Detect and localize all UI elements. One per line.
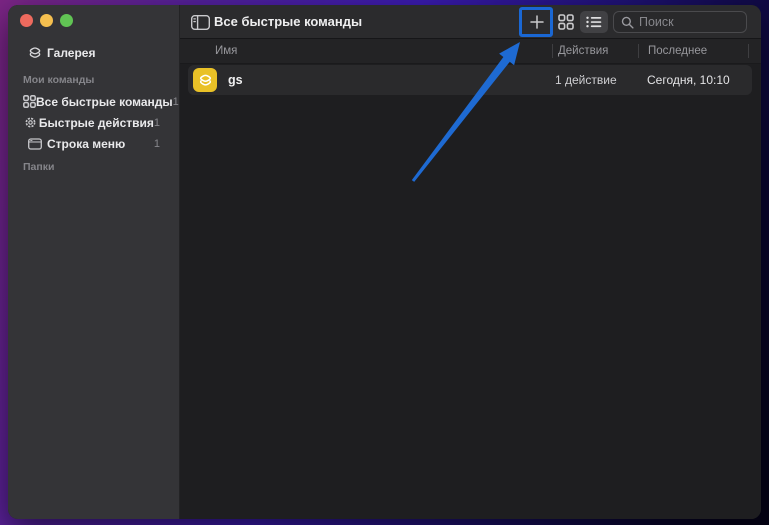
- column-divider[interactable]: [552, 44, 553, 58]
- sidebar-item-count: 1: [154, 138, 160, 150]
- gallery-layers-icon: [23, 45, 47, 61]
- sidebar-item-label: Строка меню: [47, 137, 154, 151]
- list-view-button[interactable]: [580, 11, 608, 33]
- search-icon: [621, 16, 634, 29]
- sidebar-item-quick-actions[interactable]: Быстрые действия 1: [8, 112, 180, 133]
- column-header-actions[interactable]: Действия: [558, 39, 608, 63]
- sidebar-item-label: Все быстрые команды: [36, 95, 173, 109]
- table-header: Имя Действия Последнее: [180, 39, 761, 64]
- shortcut-actions-count: 1 действие: [555, 65, 617, 95]
- table-row[interactable]: gs 1 действие Сегодня, 10:10: [188, 65, 752, 95]
- add-shortcut-button[interactable]: [523, 9, 551, 35]
- shortcut-yellow-icon: [193, 68, 217, 92]
- window-controls: [20, 14, 73, 27]
- sidebar-section-folders: Папки: [23, 161, 54, 173]
- grid-icon: [23, 95, 36, 108]
- zoom-window-button[interactable]: [60, 14, 73, 27]
- page-title: Все быстрые команды: [214, 5, 362, 38]
- search-input[interactable]: [639, 15, 739, 29]
- menubar-icon: [23, 138, 47, 150]
- grid-view-button[interactable]: [554, 11, 578, 33]
- sidebar: Галерея Мои команды Все быстрые команды …: [8, 5, 180, 519]
- sidebar-toggle-button[interactable]: [189, 13, 211, 31]
- sidebar-item-label: Быстрые действия: [39, 116, 154, 130]
- sidebar-item-label: Галерея: [47, 46, 180, 60]
- main-area: Все быстрые команды: [180, 5, 761, 519]
- sidebar-section-my-shortcuts: Мои команды: [23, 74, 94, 86]
- shortcut-last-modified: Сегодня, 10:10: [647, 65, 730, 95]
- column-header-name[interactable]: Имя: [215, 39, 237, 63]
- plus-icon: [530, 15, 544, 29]
- close-window-button[interactable]: [20, 14, 33, 27]
- list-view-icon: [586, 16, 602, 28]
- sidebar-item-menu-bar[interactable]: Строка меню 1: [8, 133, 180, 154]
- shortcut-list: gs 1 действие Сегодня, 10:10: [180, 64, 761, 519]
- sidebar-item-count: 1: [173, 96, 179, 108]
- grid-view-icon: [558, 14, 574, 30]
- search-field[interactable]: [613, 11, 747, 33]
- sidebar-item-count: 1: [154, 117, 160, 129]
- shortcuts-window: Галерея Мои команды Все быстрые команды …: [8, 5, 761, 519]
- column-header-last[interactable]: Последнее: [648, 39, 707, 63]
- sidebar-item-gallery[interactable]: Галерея: [8, 43, 180, 63]
- column-divider[interactable]: [748, 44, 749, 58]
- sidebar-toggle-icon: [191, 15, 210, 30]
- column-divider[interactable]: [638, 44, 639, 58]
- gear-icon: [23, 116, 39, 129]
- shortcut-name: gs: [228, 65, 243, 95]
- sidebar-item-all-shortcuts[interactable]: Все быстрые команды 1: [8, 91, 180, 112]
- minimize-window-button[interactable]: [40, 14, 53, 27]
- toolbar: Все быстрые команды: [180, 5, 761, 39]
